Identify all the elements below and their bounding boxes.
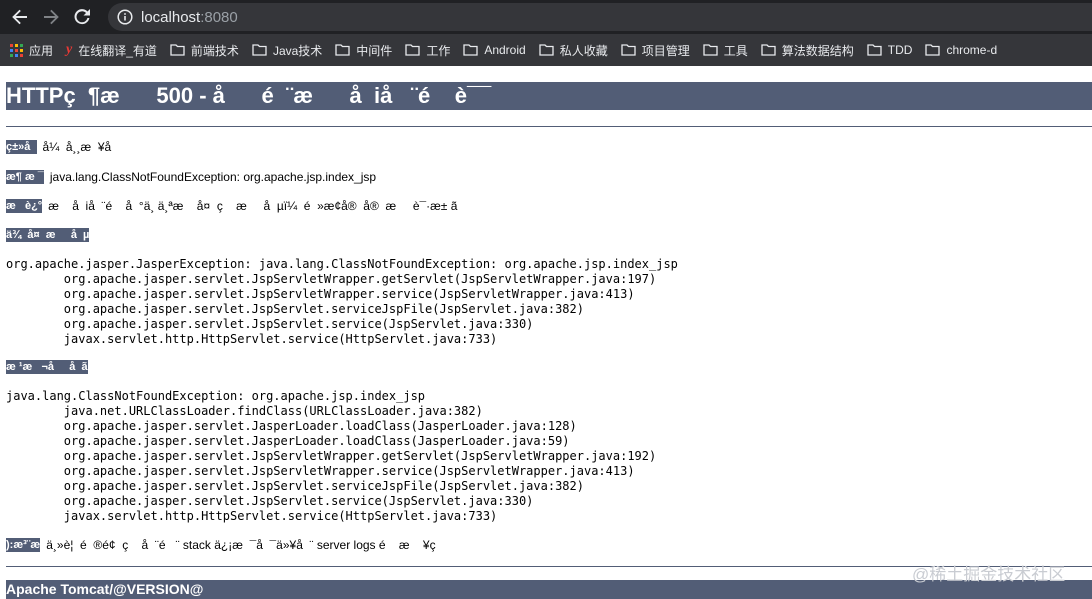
bookmark-folder[interactable]: 私人收藏 (539, 42, 608, 59)
exception-row: ä¾ å¤ æ å µ (6, 227, 95, 243)
page-title: HTTPç ¶æ 500 - å é ¨æ å iå ¨é è¯¯ (6, 82, 1092, 110)
folder-icon (252, 44, 267, 56)
description-label: æ è¿° (6, 199, 43, 213)
type-label: ç±»å (6, 140, 37, 154)
bookmark-folder[interactable]: 中间件 (335, 42, 392, 59)
message-value: java.lang.ClassNotFoundException: org.ap… (49, 170, 377, 184)
bookmark-folder[interactable]: Java技术 (252, 42, 322, 59)
folder-icon (539, 44, 554, 56)
exception-stack-trace: org.apache.jasper.JasperException: java.… (6, 257, 678, 346)
bookmark-label: Android (484, 43, 526, 57)
info-icon[interactable] (117, 9, 133, 25)
browser-toolbar: localhost:8080 (0, 0, 1092, 34)
folder-icon (335, 44, 350, 56)
watermark: @稀土掘金技术社区 (912, 565, 1066, 584)
reload-icon[interactable] (71, 6, 93, 28)
folder-icon (463, 44, 478, 56)
bookmark-label: Java技术 (272, 43, 323, 58)
bookmark-folder[interactable]: 项目管理 (621, 42, 690, 59)
divider (6, 126, 1092, 127)
page-content: HTTPç ¶æ 500 - å é ¨æ å iå ¨é è¯¯ (6, 82, 1092, 110)
back-arrow-icon[interactable] (9, 6, 31, 28)
bookmark-youdao[interactable]: y 在线翻译_有道 (66, 42, 157, 59)
exception-label: ä¾ å¤ æ å µ (6, 228, 90, 242)
bookmark-label: 算法数据结构 (781, 43, 854, 58)
forward-arrow-icon[interactable] (40, 6, 62, 28)
bookmark-label: 项目管理 (641, 43, 690, 58)
bookmark-label: 在线翻译_有道 (78, 43, 157, 58)
folder-icon (867, 44, 882, 56)
description-value: æ å iå ¨é å °ä¸ ä¸ªæ å¤ ç æ å µï¼ é »æ¢å… (48, 199, 458, 213)
bookmark-label: TDD (887, 43, 913, 57)
type-row: ç±»å å¼ å¸¸æ ¥å (6, 139, 111, 155)
youdao-icon: y (66, 42, 73, 57)
bookmark-folder[interactable]: 工具 (703, 42, 748, 59)
root-cause-stack-trace: java.lang.ClassNotFoundException: org.ap… (6, 389, 657, 523)
bookmark-label: 工作 (426, 43, 451, 58)
root-cause-row: æ ¹æ ¬å å ã (6, 359, 94, 375)
note-label: ):æ³¨æ (6, 538, 41, 552)
message-label: æ¶ æ ¯ (6, 170, 44, 184)
url-host: localhost (141, 8, 201, 26)
bookmarks-bar: 应用 y 在线翻译_有道 前端技术 Java技术 中间件 工作 Android … (0, 34, 1092, 66)
folder-icon (621, 44, 636, 56)
folder-icon (761, 44, 776, 56)
bookmark-label: 私人收藏 (559, 43, 608, 58)
note-value: ä¸»è¦ é ®é¢ ç å ¨é ¨ stack ä¿¡æ ¯å ¯ä»¥å… (46, 538, 436, 552)
note-row: ):æ³¨æ ä¸»è¦ é ®é¢ ç å ¨é ¨ stack ä¿¡æ ¯… (6, 537, 436, 553)
message-row: æ¶ æ ¯ java.lang.ClassNotFoundException:… (6, 169, 376, 185)
bookmark-folder[interactable]: chrome-d (925, 43, 997, 57)
bookmark-folder[interactable]: TDD (867, 43, 913, 57)
address-bar[interactable]: localhost:8080 (108, 3, 1092, 31)
url-port: :8080 (200, 8, 238, 26)
bookmark-label: chrome-d (946, 43, 998, 57)
folder-icon (925, 44, 941, 56)
bookmark-folder[interactable]: Android (463, 43, 526, 57)
bookmark-folder[interactable]: 前端技术 (170, 42, 239, 59)
bookmark-label: 中间件 (356, 43, 393, 58)
type-value: å¼ å¸¸æ ¥å (42, 140, 112, 154)
apps-icon (10, 43, 23, 57)
root-cause-label: æ ¹æ ¬å å ã (6, 360, 88, 374)
bookmark-label: 应用 (29, 43, 54, 58)
bookmark-apps[interactable]: 应用 (10, 42, 53, 59)
bookmark-label: 工具 (723, 43, 748, 58)
bookmark-folder[interactable]: 算法数据结构 (761, 42, 854, 59)
bookmark-folder[interactable]: 工作 (405, 42, 450, 59)
folder-icon (170, 44, 185, 56)
description-row: æ è¿° æ å iå ¨é å °ä¸ ä¸ªæ å¤ ç æ å µï¼ … (6, 198, 457, 214)
bookmark-label: 前端技术 (190, 43, 239, 58)
folder-icon (703, 44, 718, 56)
folder-icon (405, 44, 420, 56)
